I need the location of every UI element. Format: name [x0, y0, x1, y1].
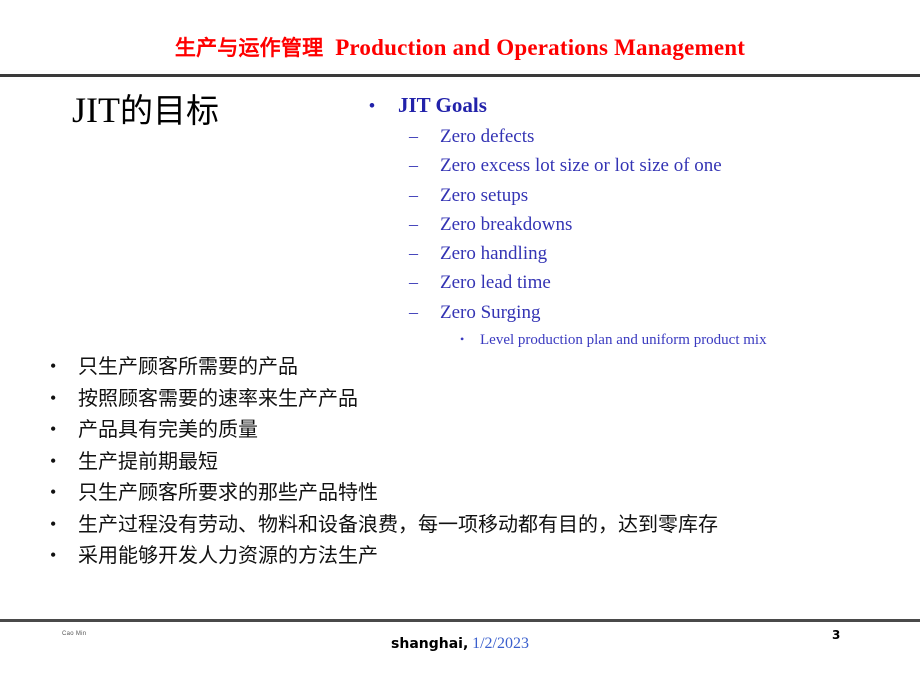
jit-goals-block: • JIT Goals – Zero defects – Zero excess…	[340, 92, 900, 353]
jit-goals-heading-label: JIT Goals	[398, 93, 487, 117]
list-item: • 按照顾客需要的速率来生产产品	[40, 383, 900, 415]
dash-bullet-icon: –	[409, 126, 418, 146]
dash-bullet-icon: –	[409, 184, 418, 205]
list-item: – Zero defects	[340, 122, 900, 151]
list-item: – Zero setups	[340, 181, 900, 210]
chinese-points-block: • 只生产顾客所需要的产品 • 按照顾客需要的速率来生产产品 • 产品具有完美的…	[40, 351, 900, 572]
dash-bullet-icon: –	[409, 301, 418, 322]
list-item: – Zero handling	[340, 239, 900, 268]
slide-header-title: 生产与运作管理 Production and Operations Manage…	[0, 34, 920, 62]
goal-item-label: Zero breakdowns	[440, 213, 573, 235]
list-item: • 生产提前期最短	[40, 446, 900, 478]
chinese-point-label: 产品具有完美的质量	[78, 417, 258, 441]
bullet-icon: •	[50, 482, 57, 502]
page-title: JIT的目标	[72, 88, 219, 133]
page-number: 3	[832, 628, 841, 642]
list-item: • Level production plan and uniform prod…	[340, 327, 900, 353]
dash-bullet-icon: –	[409, 272, 418, 293]
header-title-english: Production and Operations Management	[335, 35, 746, 60]
dash-bullet-icon: –	[409, 155, 418, 176]
dash-bullet-icon: –	[409, 213, 418, 234]
goal-item-label: Zero handling	[440, 243, 548, 265]
footer-divider-rule	[0, 619, 920, 622]
chinese-point-label: 只生产顾客所要求的那些产品特性	[78, 480, 378, 504]
goal-item-label: Zero lead time	[440, 272, 551, 294]
list-item: • 采用能够开发人力资源的方法生产	[40, 540, 900, 572]
dash-bullet-icon: –	[409, 243, 418, 264]
page-title-chinese: 的目标	[120, 91, 219, 130]
chinese-point-label: 生产过程没有劳动、物料和设备浪费，每一项移动都有目的，达到零库存	[78, 511, 718, 536]
bullet-icon: •	[50, 419, 57, 439]
bullet-icon: •	[50, 513, 57, 534]
list-item: • 产品具有完美的质量	[40, 414, 900, 446]
goal-subitem-label: Level production plan and uniform produc…	[480, 332, 767, 349]
bullet-icon: •	[369, 96, 375, 115]
chinese-point-label: 按照顾客需要的速率来生产产品	[78, 385, 358, 410]
jit-goals-heading: • JIT Goals	[340, 92, 900, 119]
goal-item-label: Zero setups	[440, 184, 529, 206]
bullet-icon: •	[50, 450, 57, 471]
list-item: • 生产过程没有劳动、物料和设备浪费，每一项移动都有目的，达到零库存	[40, 509, 900, 541]
sub-bullet-icon: •	[460, 332, 465, 347]
list-item: – Zero excess lot size or lot size of on…	[340, 151, 900, 180]
page-title-latin: JIT	[72, 90, 120, 130]
footer-center: shanghai, 1/2/2023	[0, 634, 920, 654]
chinese-point-label: 采用能够开发人力资源的方法生产	[78, 543, 378, 567]
footer-place: shanghai,	[391, 636, 469, 652]
list-item: – Zero lead time	[340, 268, 900, 297]
list-item: • 只生产顾客所需要的产品	[40, 351, 900, 383]
bullet-icon: •	[50, 545, 57, 565]
footer-date: 1/2/2023	[472, 635, 529, 652]
bullet-icon: •	[50, 387, 57, 408]
list-item: – Zero breakdowns	[340, 210, 900, 239]
goal-item-label: Zero Surging	[440, 301, 541, 323]
header-divider-rule	[0, 74, 920, 77]
bullet-icon: •	[50, 356, 57, 376]
slide-canvas: 生产与运作管理 Production and Operations Manage…	[0, 0, 920, 690]
chinese-point-label: 生产提前期最短	[78, 448, 218, 473]
header-title-chinese: 生产与运作管理	[174, 36, 324, 60]
goal-item-label: Zero defects	[440, 126, 535, 147]
list-item: • 只生产顾客所要求的那些产品特性	[40, 477, 900, 509]
chinese-point-label: 只生产顾客所需要的产品	[78, 354, 298, 378]
goal-item-label: Zero excess lot size or lot size of one	[440, 155, 722, 177]
list-item: – Zero Surging	[340, 298, 900, 327]
